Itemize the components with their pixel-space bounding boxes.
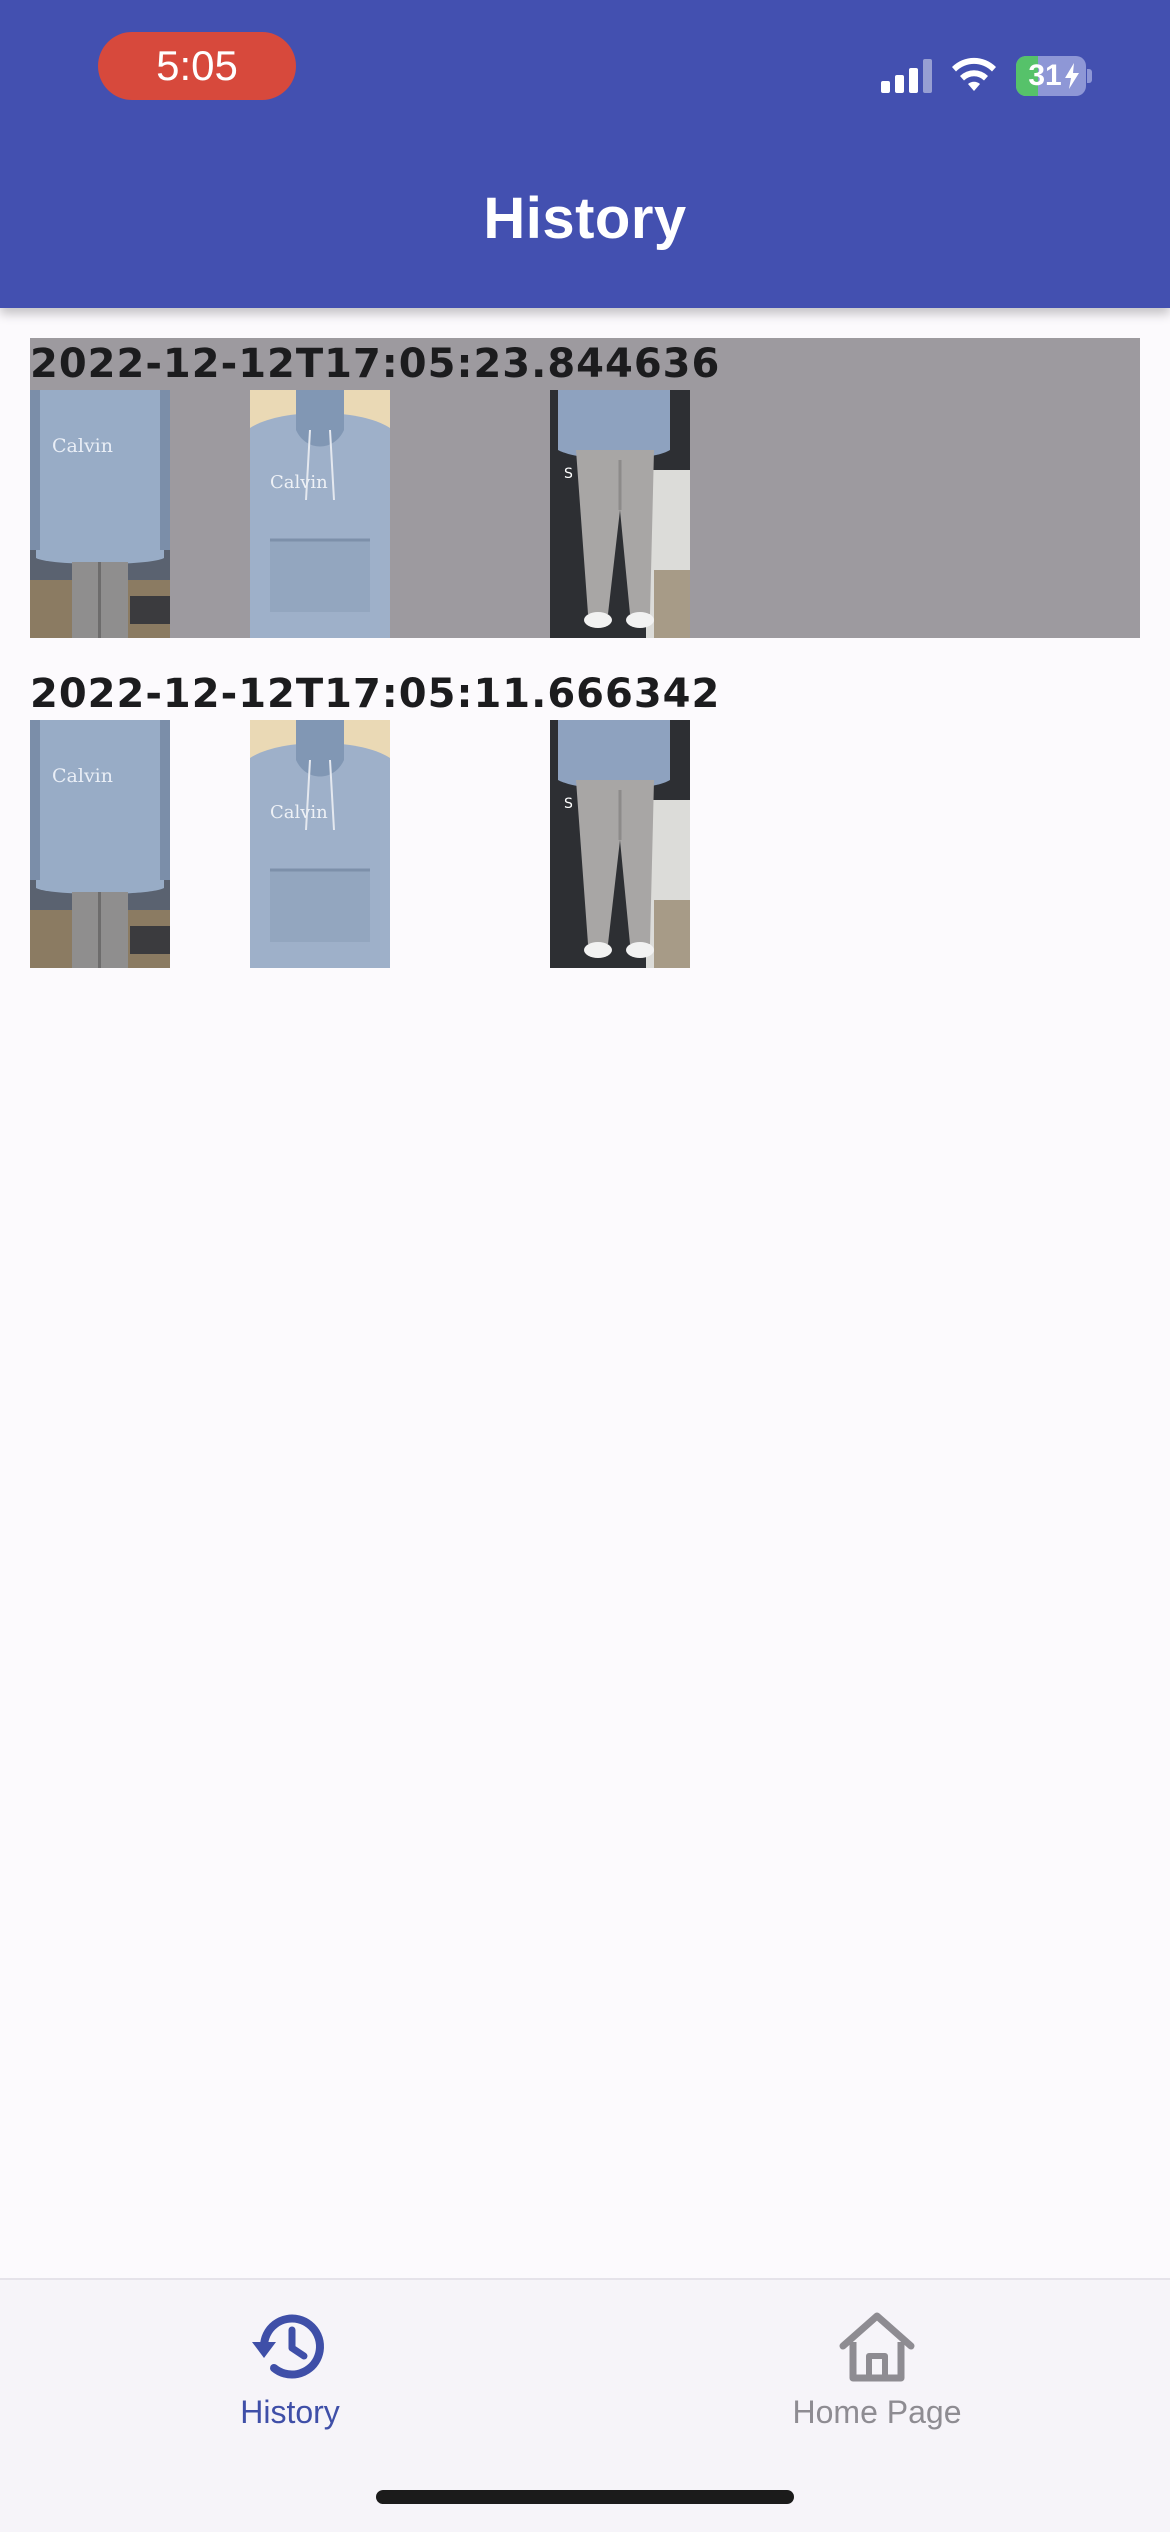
page-title: History: [483, 186, 687, 251]
home-indicator[interactable]: [376, 2490, 794, 2504]
battery-percent: 31: [1028, 59, 1062, 92]
nav-label-history: History: [240, 2394, 340, 2430]
history-list: 2022-12-12T17:05:23.844636 2022-12-12T17…: [30, 338, 1140, 998]
hoodie-front-photo[interactable]: [30, 390, 170, 638]
status-icons: 31: [881, 54, 1092, 98]
pants-photo[interactable]: [550, 390, 690, 638]
history-entry[interactable]: 2022-12-12T17:05:11.666342: [30, 668, 1140, 968]
history-timestamp: 2022-12-12T17:05:23.844636: [30, 341, 721, 387]
nav-item-history[interactable]: History: [160, 2306, 420, 2446]
hoodie-closeup-photo[interactable]: [250, 390, 390, 638]
history-timestamp: 2022-12-12T17:05:11.666342: [30, 671, 721, 717]
history-screen: 5:05 31 History 2022-12-12T17:05:23.8446…: [0, 0, 1170, 2532]
wifi-icon: [952, 57, 996, 91]
battery-charging-icon: 31: [1016, 56, 1092, 96]
home-icon: [839, 2312, 915, 2382]
nav-item-home-page[interactable]: Home Page: [747, 2306, 1007, 2446]
status-time: 5:05: [98, 32, 296, 100]
history-icon: [252, 2314, 324, 2379]
pants-photo[interactable]: [550, 720, 690, 968]
charging-bolt-icon: [1064, 63, 1079, 89]
hoodie-closeup-photo[interactable]: [250, 720, 390, 968]
nav-label-home-page: Home Page: [792, 2394, 962, 2430]
cellular-signal-icon: [881, 59, 932, 93]
hoodie-front-photo[interactable]: [30, 720, 170, 968]
app-bar: 5:05 31 History: [0, 0, 1170, 308]
history-entry[interactable]: 2022-12-12T17:05:23.844636: [30, 338, 1140, 638]
